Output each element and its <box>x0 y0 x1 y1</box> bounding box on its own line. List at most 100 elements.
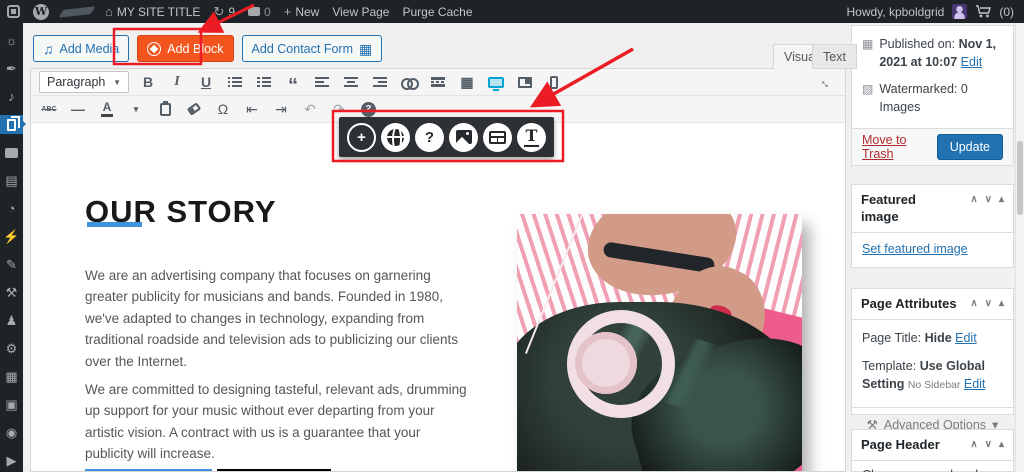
watermarked-label: Watermarked: <box>879 82 957 96</box>
howdy-account-link[interactable]: Howdy, kpboldgrid <box>847 5 945 19</box>
sidebar-item-inspirations[interactable]: ☼ <box>0 31 23 50</box>
text-block-button[interactable]: T <box>517 123 546 152</box>
undo-button[interactable]: ↶ <box>300 99 320 119</box>
paste-as-text-button[interactable] <box>155 99 175 119</box>
updates-link[interactable]: ↻ 9 <box>213 5 235 19</box>
add-block-circle-button[interactable]: + <box>347 123 376 152</box>
page-attributes-header: Page Attributes ∧ ∨ ▴ <box>852 289 1013 320</box>
page-title-edit-link[interactable]: Edit <box>955 331 977 345</box>
move-down-icon[interactable]: ∨ <box>985 194 992 205</box>
text-color-caret[interactable]: ▾ <box>126 99 146 119</box>
sidebar-item-plugins[interactable]: ⚡ <box>0 227 23 246</box>
link-icon <box>401 77 417 88</box>
horizontal-rule-button[interactable]: — <box>68 99 88 119</box>
view-page-link[interactable]: View Page <box>332 5 389 19</box>
help-button[interactable]: ? <box>358 99 378 119</box>
sidebar-item-editor[interactable]: ✎ <box>0 255 23 274</box>
add-contact-form-button[interactable]: Add Contact Form ▦ <box>242 35 383 62</box>
scrollbar[interactable] <box>1015 23 1024 472</box>
site-logo-icon[interactable] <box>59 6 96 18</box>
underline-button[interactable]: U <box>196 72 216 92</box>
monitor-icon <box>488 77 504 88</box>
image-block-button[interactable] <box>449 123 478 152</box>
add-block-button[interactable]: Add Block <box>137 35 233 62</box>
move-down-icon[interactable]: ∨ <box>985 298 992 309</box>
scrollbar-thumb[interactable] <box>1017 141 1023 215</box>
page-title-label: Page Title: <box>862 331 921 345</box>
collapse-icon[interactable]: ▴ <box>999 439 1004 450</box>
new-menu[interactable]: + New <box>284 5 320 19</box>
read-more-button[interactable] <box>428 72 448 92</box>
redo-button[interactable]: ↷ <box>329 99 349 119</box>
tab-text[interactable]: Text <box>812 44 857 69</box>
web-block-button[interactable] <box>381 123 410 152</box>
layout-block-button[interactable] <box>483 123 512 152</box>
sidebar-item-settings[interactable]: ⚙ <box>0 339 23 358</box>
editor-canvas[interactable]: OUR STORY We are an advertising company … <box>31 123 845 471</box>
strikethrough-button[interactable]: ABC <box>39 99 59 119</box>
paragraph-format-dropdown[interactable]: Paragraph ▼ <box>39 71 129 93</box>
fullwidth-button[interactable] <box>515 72 535 92</box>
comments-link[interactable]: 0 <box>248 5 271 19</box>
bullet-list-button[interactable] <box>225 72 245 92</box>
blockquote-button[interactable]: “ <box>283 72 303 92</box>
align-right-button[interactable] <box>370 72 390 92</box>
boldgrid-menu-icon[interactable] <box>7 5 20 18</box>
move-up-icon[interactable]: ∧ <box>970 298 977 309</box>
update-button[interactable]: Update <box>937 134 1003 160</box>
sidebar-item-pages[interactable] <box>0 115 23 134</box>
view-page-label: View Page <box>332 5 389 19</box>
template-edit-link[interactable]: Edit <box>964 377 986 391</box>
move-up-icon[interactable]: ∧ <box>970 194 977 205</box>
sidebar-item-gridblocks[interactable]: ▦ <box>0 367 23 386</box>
watermarked-text: Watermarked: 0 Images <box>879 80 1003 116</box>
cart-icon[interactable] <box>975 5 991 18</box>
help-circle-button[interactable]: ? <box>415 123 444 152</box>
bold-button[interactable]: B <box>138 72 158 92</box>
text-color-button[interactable]: A <box>97 99 117 119</box>
sidebar-item-comments[interactable] <box>0 143 23 162</box>
plus-icon: + <box>284 5 292 18</box>
published-edit-link[interactable]: Edit <box>961 55 983 69</box>
sidebar-item-tools[interactable]: ⚒ <box>0 283 23 302</box>
align-left-button[interactable] <box>312 72 332 92</box>
sidebar-item-watermark[interactable]: ▣ <box>0 395 23 414</box>
move-to-trash-link[interactable]: Move to Trash <box>862 133 937 161</box>
sidebar-item-posts[interactable]: ✒ <box>0 59 23 78</box>
help-icon: ? <box>361 102 376 117</box>
learn-more-button[interactable]: Learn More <box>85 469 212 471</box>
wordpress-logo-icon[interactable]: W <box>33 4 49 20</box>
sidebar-item-forms[interactable]: ▤ <box>0 171 23 190</box>
sidebar-item-users[interactable]: ♟ <box>0 311 23 330</box>
gridblock-screen-button[interactable] <box>486 72 506 92</box>
add-block-label: Add Block <box>167 42 223 56</box>
align-center-button[interactable] <box>341 72 361 92</box>
text-color-icon: A <box>101 101 113 117</box>
admin-sidebar: ☼ ✒ ♪ ▤ ◔ ⚡ ✎ ⚒ ♟ ⚙ ▦ ▣ ◉ ▶ <box>0 23 23 472</box>
site-title-label: MY SITE TITLE <box>117 5 201 19</box>
collapse-icon[interactable]: ▴ <box>999 298 1004 309</box>
avatar[interactable] <box>952 4 967 19</box>
purge-cache-link[interactable]: Purge Cache <box>402 5 472 19</box>
collapse-icon[interactable]: ▴ <box>999 194 1004 205</box>
special-character-button[interactable]: Ω <box>213 99 233 119</box>
set-featured-image-link[interactable]: Set featured image <box>862 242 968 256</box>
add-media-button[interactable]: ♫ Add Media <box>33 35 129 62</box>
clear-formatting-button[interactable] <box>184 99 204 119</box>
italic-button[interactable]: I <box>167 72 187 92</box>
indent-button[interactable]: ⇥ <box>271 99 291 119</box>
sidebar-item-video[interactable]: ▶ <box>0 451 23 470</box>
outdent-button[interactable]: ⇤ <box>242 99 262 119</box>
link-button[interactable] <box>399 72 419 92</box>
move-up-icon[interactable]: ∧ <box>970 439 977 450</box>
move-down-icon[interactable]: ∨ <box>985 439 992 450</box>
site-title-link[interactable]: ⌂ MY SITE TITLE <box>105 5 200 19</box>
numbered-list-button[interactable] <box>254 72 274 92</box>
table-button[interactable]: ▦ <box>457 72 477 92</box>
mobile-preview-button[interactable] <box>544 72 564 92</box>
sidebar-item-cache[interactable]: ◉ <box>0 423 23 442</box>
sidebar-item-media[interactable]: ♪ <box>0 87 23 106</box>
bullet-list-icon <box>228 77 242 87</box>
sidebar-item-appearance[interactable]: ◔ <box>0 199 23 218</box>
buy-now-button[interactable]: Buy Now <box>217 469 331 471</box>
